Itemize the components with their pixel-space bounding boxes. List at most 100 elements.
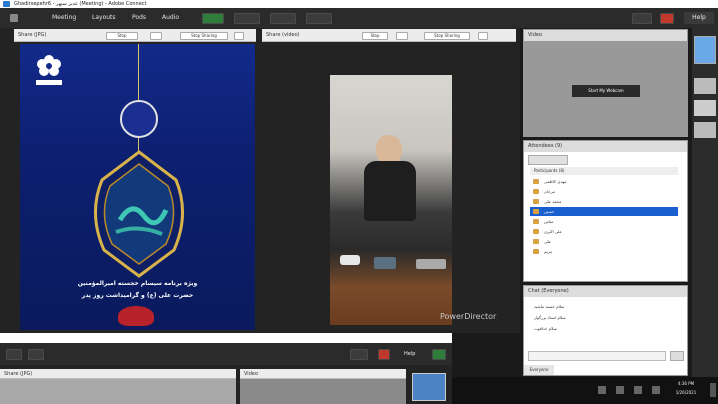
- share-stop-button[interactable]: Stop: [106, 32, 138, 40]
- attendee-row[interactable]: علی اکبری: [530, 227, 678, 236]
- speaker-body: [364, 161, 416, 221]
- webcam-button[interactable]: [234, 13, 260, 24]
- secondary-window: Help Share (JPG) Video: [0, 333, 452, 404]
- tray-volume-icon[interactable]: [616, 386, 624, 394]
- organization-logo-icon: [30, 50, 68, 88]
- watermark-text: PowerDirector: [440, 312, 497, 321]
- record-indicator-icon: [660, 13, 674, 24]
- taskbar-time[interactable]: 4:36 PM: [666, 381, 706, 386]
- table-dish: [374, 257, 396, 269]
- windows-taskbar: 4:36 PM 1/26/2021: [452, 377, 718, 404]
- attendee-row[interactable]: علی: [530, 237, 678, 246]
- chat-send-button[interactable]: [670, 351, 684, 361]
- attendee-view-toggle[interactable]: [528, 155, 568, 165]
- user-icon: [533, 229, 539, 234]
- attendees-pod: Attendees (9) Participants (8) مهدی کاظم…: [523, 140, 688, 282]
- video-share-menu-icon[interactable]: [478, 32, 488, 40]
- secondary-hand-button[interactable]: [28, 349, 44, 360]
- share-fit-icon[interactable]: [150, 32, 162, 40]
- attendee-name: حسین: [544, 209, 555, 214]
- thumbnail-preview-3[interactable]: [694, 100, 716, 116]
- user-icon: [533, 189, 539, 194]
- secondary-video-pod-header: Video: [240, 369, 406, 379]
- secondary-mic-icon[interactable]: [432, 349, 446, 360]
- help-button[interactable]: Help: [684, 12, 714, 24]
- right-side-strip: [692, 28, 718, 377]
- share-pod-title: Share (JPG): [18, 32, 47, 38]
- app-icon: [10, 14, 18, 22]
- lantern-chain: [138, 44, 139, 102]
- attendee-row[interactable]: مهدی کاظمی: [530, 177, 678, 186]
- secondary-record-icon: [378, 349, 390, 360]
- chat-input[interactable]: [528, 351, 666, 361]
- user-icon: [533, 239, 539, 244]
- attendee-name: عباس: [544, 219, 554, 224]
- attendee-name: علی اکبری: [544, 229, 562, 234]
- speaker-button[interactable]: [270, 13, 296, 24]
- secondary-help-button[interactable]: Help: [404, 349, 426, 360]
- microphone-button[interactable]: [202, 13, 224, 24]
- banner-caption-line1: ویژه برنامه سیسام خجسته امیرالمؤمنین: [77, 280, 198, 287]
- chat-message: سلام استاد بزرگوار: [534, 315, 566, 320]
- share-menu-icon[interactable]: [234, 32, 244, 40]
- menu-audio[interactable]: Audio: [162, 13, 179, 23]
- attendee-row[interactable]: مریم: [530, 247, 678, 256]
- video-share-pod-title: Share (video): [266, 32, 300, 38]
- participants-group-label[interactable]: Participants (8): [530, 167, 678, 175]
- calligraphy-medallion-icon: [86, 150, 192, 278]
- thumbnail-preview-2[interactable]: [694, 78, 716, 94]
- share-stop-sharing-button[interactable]: Stop Sharing: [180, 32, 228, 40]
- attendee-name: مهدی کاظمی: [544, 179, 567, 184]
- start-webcam-button[interactable]: Start My Webcam: [572, 85, 640, 97]
- video-share-fit-icon[interactable]: [396, 32, 408, 40]
- chat-pod: Chat (Everyone) سلام خسته نباشید سلام است…: [523, 285, 688, 376]
- chat-pod-title: Chat (Everyone): [524, 286, 687, 297]
- attendee-row[interactable]: محمد علی: [530, 197, 678, 206]
- user-icon: [533, 219, 539, 224]
- thumbnail-preview-1[interactable]: [694, 36, 716, 64]
- video-share-pod-header: Share (video) Stop Stop Sharing: [262, 29, 516, 42]
- attendee-name: مریم: [544, 249, 553, 254]
- video-share-stop-button[interactable]: Stop: [362, 32, 388, 40]
- secondary-share-area: [0, 379, 236, 404]
- window-titlebar: Ghadirsepehr6 - غدیر سپهر (Meeting) - Ad…: [0, 0, 718, 8]
- secondary-share-pod-header: Share (JPG): [0, 369, 236, 379]
- attendee-name: علی: [544, 239, 552, 244]
- tray-battery-icon[interactable]: [634, 386, 642, 394]
- window-title: Ghadirsepehr6 - غدیر سپهر (Meeting) - Ad…: [14, 1, 147, 7]
- notification-icon[interactable]: [710, 383, 716, 397]
- attendee-row[interactable]: مرجان: [530, 187, 678, 196]
- user-icon: [533, 249, 539, 254]
- secondary-layout-button[interactable]: [350, 349, 368, 360]
- secondary-titlebar: [0, 333, 452, 343]
- tray-language-icon[interactable]: [652, 386, 660, 394]
- chat-message: سلام خداقوت: [534, 326, 557, 331]
- menu-meeting[interactable]: Meeting: [52, 13, 76, 23]
- attendee-row[interactable]: عباس: [530, 217, 678, 226]
- secondary-video-area: [240, 379, 406, 404]
- chat-tab-everyone[interactable]: Everyone: [524, 365, 554, 375]
- thumbnail-preview-4[interactable]: [694, 122, 716, 138]
- video-share-stop-sharing-button[interactable]: Stop Sharing: [424, 32, 470, 40]
- adobe-connect-logo-icon: [3, 1, 10, 7]
- raise-hand-button[interactable]: [306, 13, 332, 24]
- shared-video-frame: [330, 75, 452, 325]
- secondary-menubar: Help: [0, 343, 452, 365]
- user-icon: [533, 179, 539, 184]
- secondary-thumbnail[interactable]: [412, 373, 446, 401]
- shared-banner-image: ویژه برنامه سیسام خجسته امیرالمؤمنین حضر…: [20, 44, 255, 330]
- attendee-row[interactable]: حسین: [530, 207, 678, 216]
- user-icon: [533, 199, 539, 204]
- taskbar-date[interactable]: 1/26/2021: [666, 390, 706, 395]
- tray-network-icon[interactable]: [598, 386, 606, 394]
- pomegranate-icon: [118, 306, 154, 326]
- user-icon: [533, 209, 539, 214]
- menu-layouts[interactable]: Layouts: [92, 13, 116, 23]
- layout-settings-button[interactable]: [632, 13, 652, 24]
- secondary-speaker-button[interactable]: [6, 349, 22, 360]
- banner-caption-line2: حضرت علی (ع) و گرامیداشت روز پدر: [81, 292, 194, 299]
- attendee-name: مرجان: [544, 189, 555, 194]
- menu-pods[interactable]: Pods: [132, 13, 146, 23]
- emblem-icon: [120, 100, 158, 138]
- chat-message: سلام خسته نباشید: [534, 304, 565, 309]
